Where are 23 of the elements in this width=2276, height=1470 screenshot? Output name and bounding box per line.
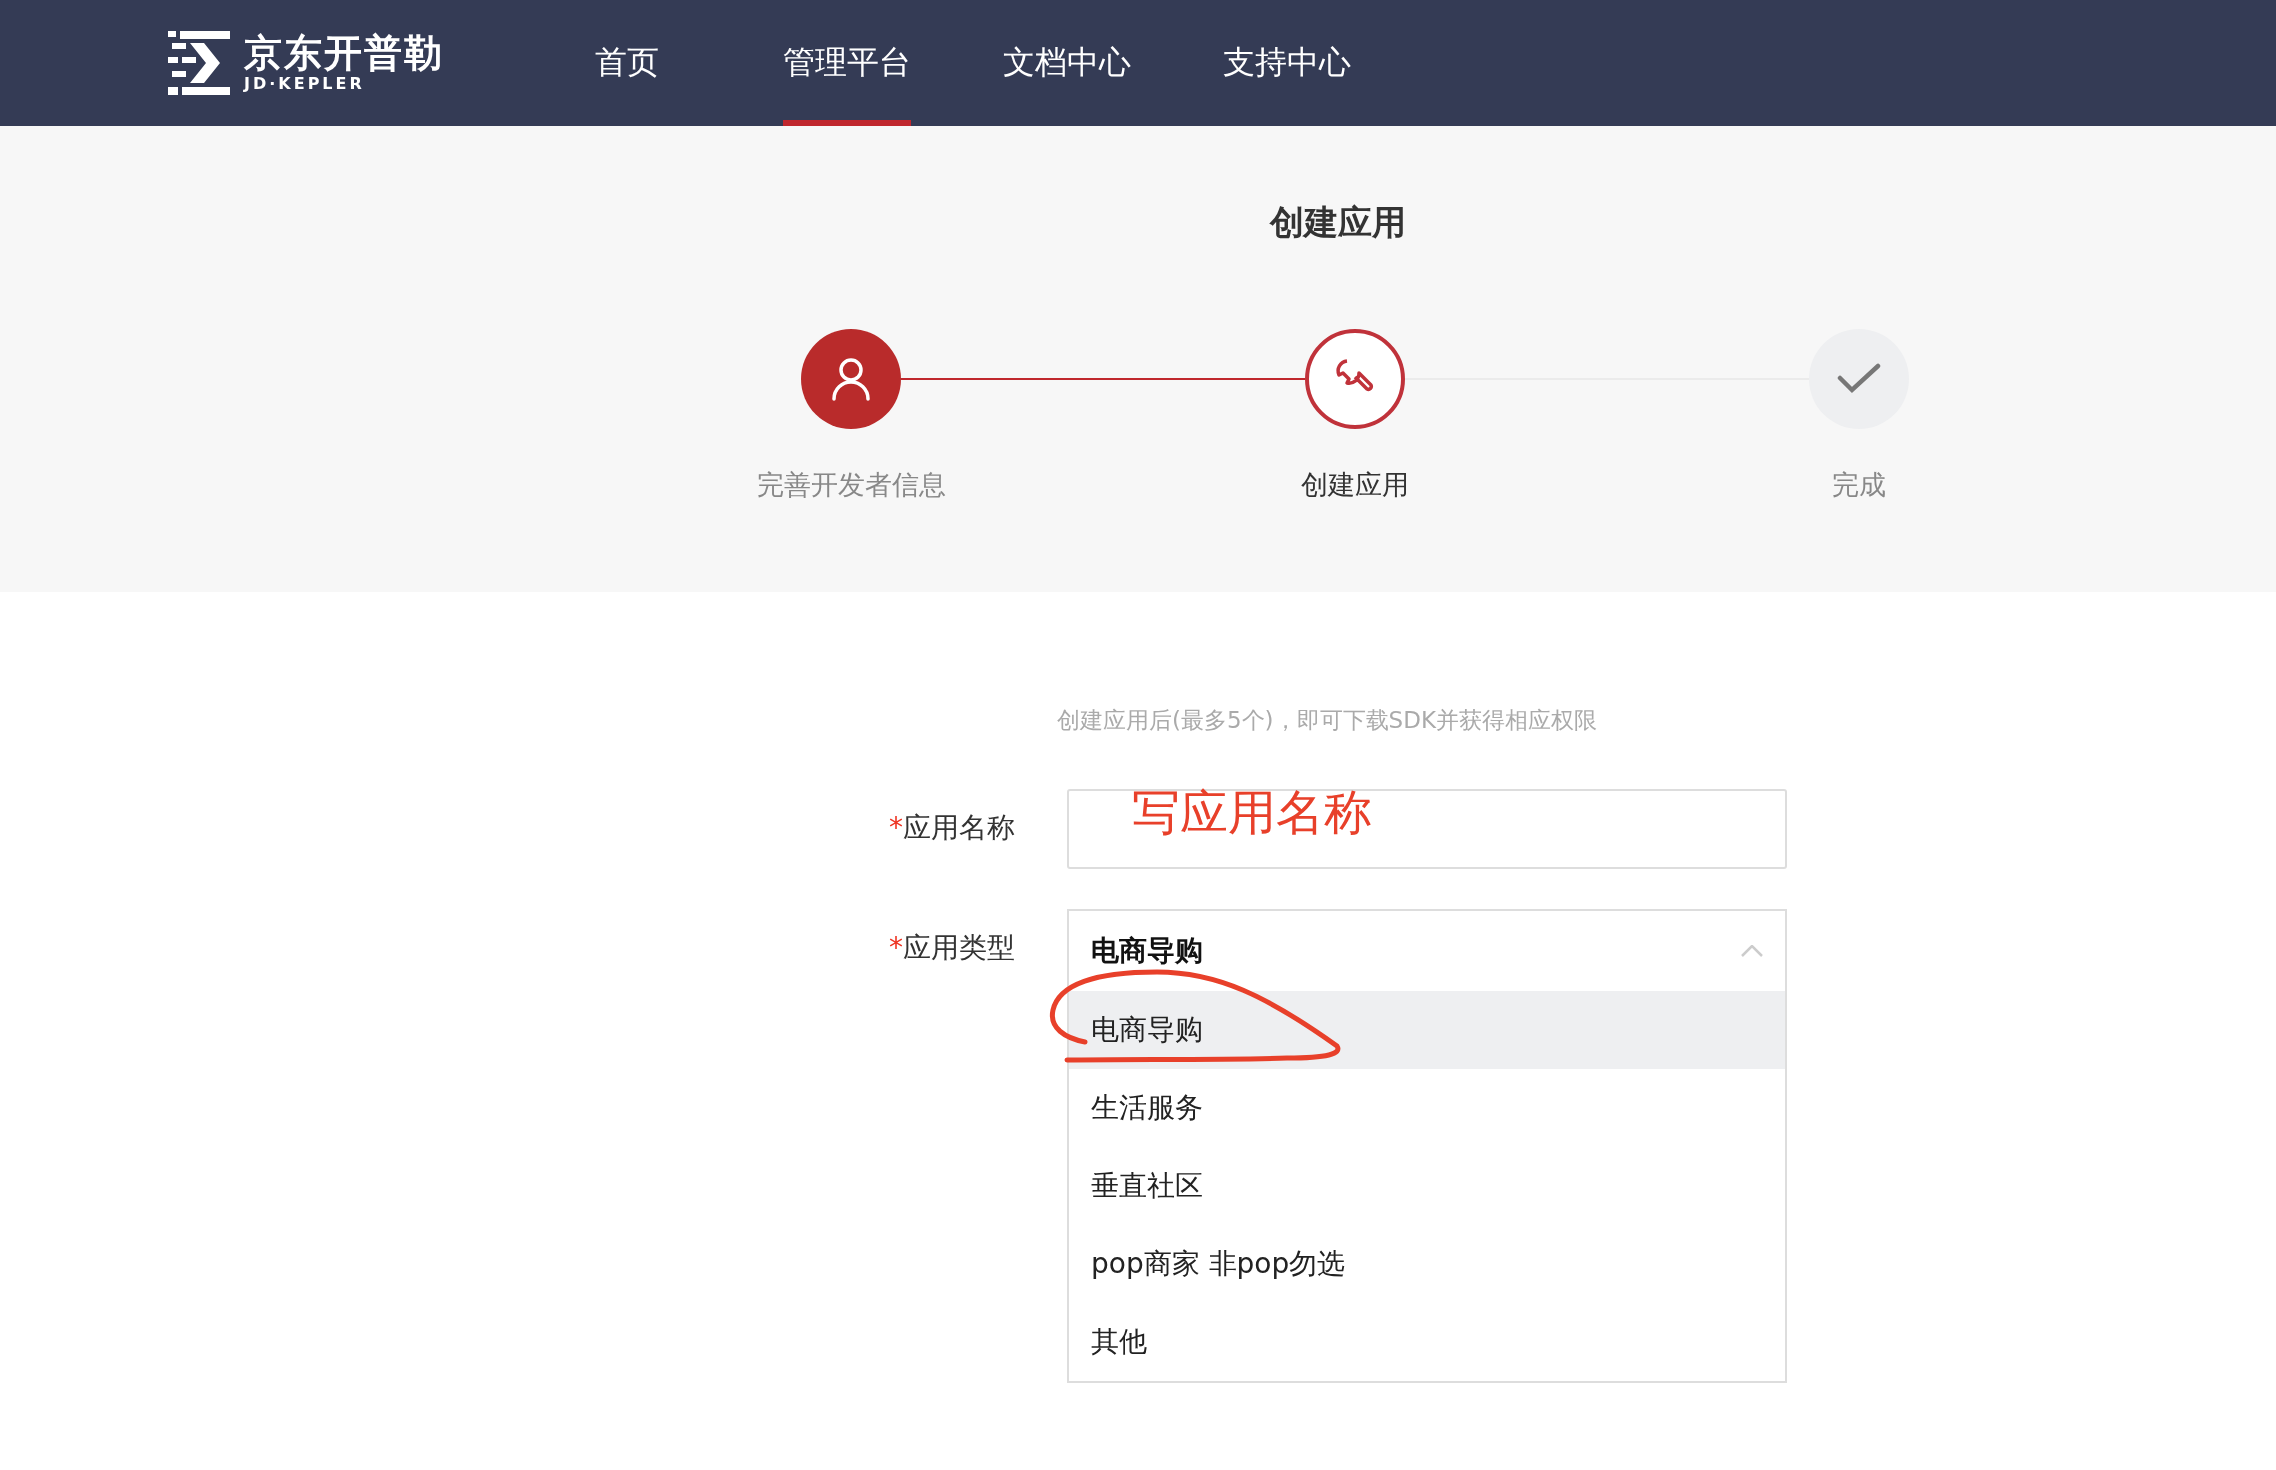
form-hint: 创建应用后(最多5个)，即可下载SDK并获得相应权限 bbox=[1057, 706, 1598, 735]
check-icon bbox=[1837, 363, 1881, 395]
nav-tab[interactable]: 文档中心 bbox=[1003, 0, 1131, 126]
dropdown-option[interactable]: 垂直社区 bbox=[1069, 1147, 1785, 1225]
input-field[interactable]: 写应用名称 bbox=[1067, 789, 1787, 869]
logo-name: 京东开普勒 bbox=[244, 32, 444, 75]
step-label: 完善开发者信息 bbox=[756, 468, 946, 502]
select-dropdown[interactable]: 电商导购 电商导购 生活服务 垂直社区 pop商家 非pop勿选 其他 bbox=[1067, 909, 1787, 1383]
select-value: 电商导购 bbox=[1091, 933, 1203, 969]
logo-subtitle: JD·KEPLER bbox=[244, 74, 366, 94]
step-label: 完成 bbox=[1832, 468, 1886, 502]
dropdown-option[interactable]: 生活服务 bbox=[1069, 1069, 1785, 1147]
user-icon bbox=[831, 357, 871, 401]
field-label: *应用类型 bbox=[888, 930, 1015, 966]
logo-icon bbox=[168, 31, 230, 95]
page-title: 创建应用 bbox=[1270, 202, 1406, 242]
dropdown-option[interactable]: 其他 bbox=[1069, 1303, 1785, 1381]
dropdown-option[interactable]: pop商家 非pop勿选 bbox=[1069, 1225, 1785, 1303]
field-label: *应用名称 bbox=[888, 810, 1015, 846]
step-label: 创建应用 bbox=[1301, 468, 1409, 502]
nav-tab[interactable]: 首页 bbox=[595, 0, 659, 126]
nav-tab[interactable]: 支持中心 bbox=[1223, 0, 1351, 126]
dropdown-option[interactable]: 电商导购 bbox=[1069, 991, 1785, 1069]
